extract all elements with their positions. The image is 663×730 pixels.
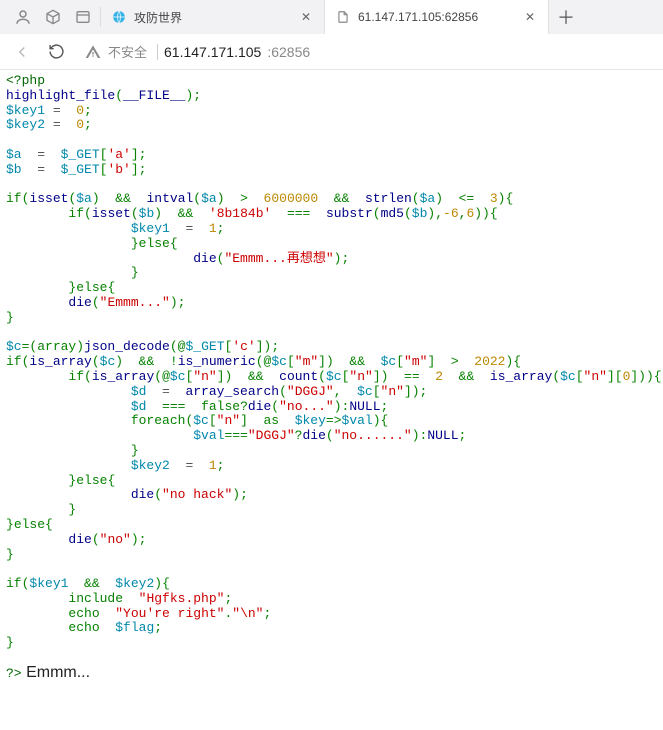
refresh-button[interactable] bbox=[42, 38, 70, 66]
tab-bar: 攻防世界 ✕ 61.147.171.105:62856 ✕ ＋ bbox=[0, 0, 663, 34]
tab-1[interactable]: 攻防世界 ✕ bbox=[101, 0, 325, 34]
tab-2-title: 61.147.171.105:62856 bbox=[358, 10, 478, 24]
back-button[interactable] bbox=[8, 38, 36, 66]
address-field[interactable]: 不安全 61.147.171.105 :62856 bbox=[76, 38, 655, 66]
php-source: <?php highlight_file(__FILE__); $key1 = … bbox=[6, 74, 657, 682]
window-icon[interactable] bbox=[72, 6, 94, 28]
url-port: :62856 bbox=[267, 44, 310, 60]
profile-icon[interactable] bbox=[12, 6, 34, 28]
warning-icon bbox=[84, 43, 102, 61]
page-viewport: <?php highlight_file(__FILE__); $key1 = … bbox=[0, 70, 663, 730]
globe-blue-icon bbox=[111, 9, 127, 25]
script-output: Emmm... bbox=[22, 664, 90, 681]
new-tab-button[interactable]: ＋ bbox=[551, 2, 581, 32]
tab-2-close[interactable]: ✕ bbox=[522, 10, 538, 24]
tab-1-title: 攻防世界 bbox=[134, 9, 182, 26]
divider bbox=[157, 44, 158, 60]
page-icon bbox=[335, 9, 351, 25]
window-icons bbox=[6, 6, 100, 28]
address-bar: 不安全 61.147.171.105 :62856 bbox=[0, 34, 663, 70]
insecure-label: 不安全 bbox=[108, 42, 151, 61]
tab-2[interactable]: 61.147.171.105:62856 ✕ bbox=[325, 0, 549, 34]
tab-1-close[interactable]: ✕ bbox=[298, 10, 314, 24]
cube-icon[interactable] bbox=[42, 6, 64, 28]
url-host: 61.147.171.105 bbox=[164, 44, 261, 60]
